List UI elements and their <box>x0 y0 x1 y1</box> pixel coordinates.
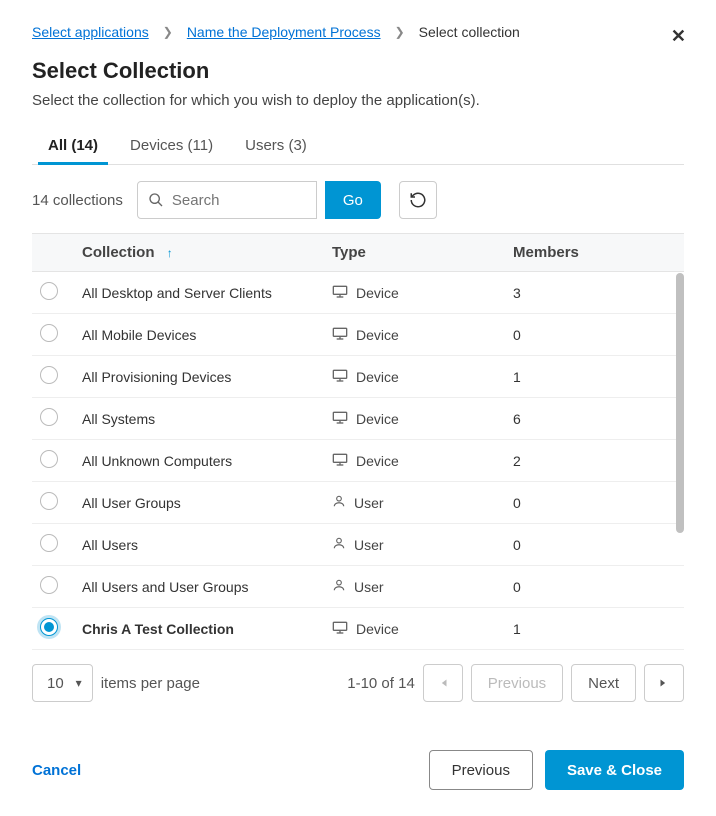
previous-page-button[interactable]: Previous <box>471 664 563 702</box>
collections-table: Collection ↑ Type Members All Desktop an… <box>32 233 684 650</box>
collections-count: 14 collections <box>32 192 123 209</box>
row-collection-name: All Mobile Devices <box>74 314 324 356</box>
refresh-icon <box>409 191 427 209</box>
first-page-button[interactable] <box>423 664 463 702</box>
row-members-count: 2 <box>505 440 684 482</box>
row-radio[interactable] <box>40 492 58 510</box>
column-header-select <box>32 234 74 272</box>
page-range-label: 1-10 of 14 <box>347 675 415 692</box>
row-collection-name: All Desktop and Server Clients <box>74 272 324 314</box>
save-and-close-button[interactable]: Save & Close <box>545 750 684 790</box>
user-icon <box>332 536 346 553</box>
breadcrumb: Select applications ❯ Name the Deploymen… <box>32 24 684 40</box>
sort-ascending-icon: ↑ <box>167 246 173 260</box>
row-members-count: 0 <box>505 482 684 524</box>
breadcrumb-step-applications[interactable]: Select applications <box>32 24 149 40</box>
row-collection-name: All User Groups <box>74 482 324 524</box>
page-size-value: 10 <box>47 675 64 692</box>
row-radio[interactable] <box>40 366 58 384</box>
search-go-button[interactable]: Go <box>325 181 381 219</box>
row-collection-name: All Systems <box>74 398 324 440</box>
tab-all[interactable]: All (14) <box>46 129 100 164</box>
row-radio[interactable] <box>40 324 58 342</box>
row-radio[interactable] <box>40 450 58 468</box>
table-row[interactable]: All Provisioning Devices Device 1 <box>32 356 684 398</box>
pager: 10 items per page 1-10 of 14 Previous Ne… <box>32 664 684 702</box>
search-input[interactable] <box>172 192 306 209</box>
page-title: Select Collection <box>32 58 684 84</box>
row-collection-name: Chris A Test Collection <box>74 608 324 650</box>
table-row[interactable]: All Users and User Groups User 0 <box>32 566 684 608</box>
row-members-count: 0 <box>505 524 684 566</box>
row-members-count: 6 <box>505 398 684 440</box>
row-type-label: Device <box>356 411 399 427</box>
modal-footer: Cancel Previous Save & Close <box>32 724 684 816</box>
row-collection-name: All Provisioning Devices <box>74 356 324 398</box>
close-icon[interactable]: ✕ <box>671 26 686 47</box>
last-page-icon <box>657 676 671 690</box>
first-page-icon <box>436 676 450 690</box>
user-icon <box>332 578 346 595</box>
column-header-members[interactable]: Members <box>505 234 684 272</box>
row-members-count: 0 <box>505 566 684 608</box>
row-type-label: User <box>354 537 384 553</box>
chevron-right-icon: ❯ <box>395 25 405 39</box>
row-members-count: 1 <box>505 608 684 650</box>
refresh-button[interactable] <box>399 181 437 219</box>
column-header-collection[interactable]: Collection ↑ <box>74 234 324 272</box>
scrollbar-thumb[interactable] <box>676 273 684 533</box>
table-row[interactable]: All Unknown Computers Device 2 <box>32 440 684 482</box>
column-header-type[interactable]: Type <box>324 234 505 272</box>
tabs: All (14) Devices (11) Users (3) <box>32 129 684 165</box>
row-type-label: Device <box>356 453 399 469</box>
row-type-label: Device <box>356 327 399 343</box>
row-collection-name: All Users and User Groups <box>74 566 324 608</box>
row-radio[interactable] <box>40 408 58 426</box>
table-row[interactable]: All Users User 0 <box>32 524 684 566</box>
row-members-count: 3 <box>505 272 684 314</box>
search-field-wrap <box>137 181 317 219</box>
row-radio[interactable] <box>40 576 58 594</box>
device-icon <box>332 368 348 385</box>
device-icon <box>332 326 348 343</box>
table-row[interactable]: All Mobile Devices Device 0 <box>32 314 684 356</box>
search-icon <box>148 192 164 208</box>
user-icon <box>332 494 346 511</box>
wizard-previous-button[interactable]: Previous <box>429 750 533 790</box>
column-header-collection-label: Collection <box>82 244 155 261</box>
row-members-count: 1 <box>505 356 684 398</box>
table-row[interactable]: All Systems Device 6 <box>32 398 684 440</box>
breadcrumb-step-name-process[interactable]: Name the Deployment Process <box>187 24 381 40</box>
tab-users[interactable]: Users (3) <box>243 129 309 164</box>
row-type-label: User <box>354 495 384 511</box>
row-collection-name: All Users <box>74 524 324 566</box>
cancel-button[interactable]: Cancel <box>32 762 81 779</box>
page-description: Select the collection for which you wish… <box>32 92 684 109</box>
last-page-button[interactable] <box>644 664 684 702</box>
table-row[interactable]: Chris A Test Collection Device 1 <box>32 608 684 650</box>
row-type-label: Device <box>356 369 399 385</box>
device-icon <box>332 620 348 637</box>
device-icon <box>332 452 348 469</box>
row-type-label: Device <box>356 621 399 637</box>
items-per-page-label: items per page <box>101 675 200 692</box>
page-size-select[interactable]: 10 <box>32 664 93 702</box>
breadcrumb-step-select-collection: Select collection <box>419 24 520 40</box>
device-icon <box>332 284 348 301</box>
scrollbar[interactable] <box>676 273 684 646</box>
table-row[interactable]: All Desktop and Server Clients Device 3 <box>32 272 684 314</box>
row-members-count: 0 <box>505 314 684 356</box>
row-radio[interactable] <box>40 534 58 552</box>
next-page-button[interactable]: Next <box>571 664 636 702</box>
table-row[interactable]: All User Groups User 0 <box>32 482 684 524</box>
toolbar: 14 collections Go <box>32 181 684 219</box>
row-type-label: Device <box>356 285 399 301</box>
device-icon <box>332 410 348 427</box>
row-collection-name: All Unknown Computers <box>74 440 324 482</box>
chevron-right-icon: ❯ <box>163 25 173 39</box>
row-radio[interactable] <box>40 282 58 300</box>
tab-devices[interactable]: Devices (11) <box>128 129 215 164</box>
row-radio[interactable] <box>40 618 58 636</box>
row-type-label: User <box>354 579 384 595</box>
